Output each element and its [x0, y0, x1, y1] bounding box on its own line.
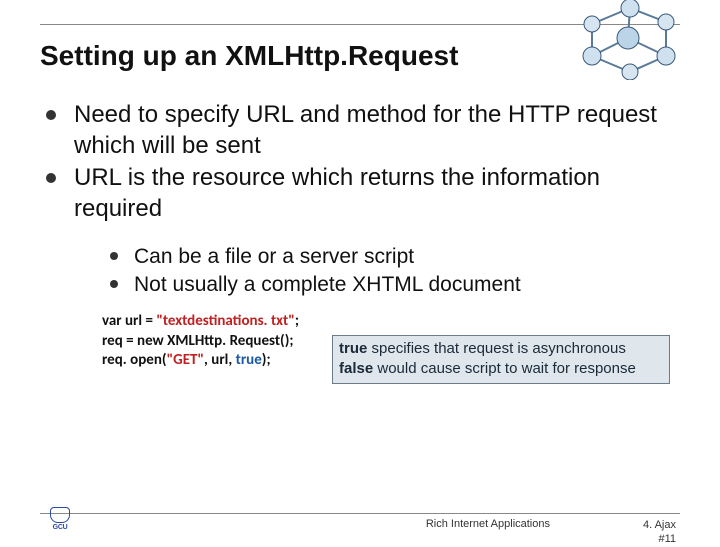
code-text: ); — [262, 351, 271, 369]
note-line: false would cause script to wait for res… — [339, 359, 663, 379]
slide-content: Need to specify URL and method for the H… — [46, 100, 680, 373]
bullet-item: Need to specify URL and method for the H… — [46, 100, 680, 161]
code-text: var url = — [102, 312, 156, 330]
network-diagram-icon — [570, 0, 690, 80]
bullet-list-level1: Need to specify URL and method for the H… — [46, 100, 680, 371]
bullet-item: Can be a file or a server script — [110, 243, 680, 271]
footer-slide-number: #11 — [643, 532, 676, 546]
code-text: , url, — [204, 351, 236, 369]
slide-footer: Rich Internet Applications 4. Ajax #11 — [40, 513, 680, 518]
code-keyword: true — [236, 351, 262, 369]
bullet-item: Not usually a complete XHTML document — [110, 271, 680, 299]
footer-chapter: 4. Ajax — [643, 518, 676, 532]
code-text: req. open( — [102, 351, 167, 369]
code-string: "textdestinations. txt" — [156, 312, 295, 330]
gcu-logo: GCU — [40, 504, 80, 534]
bullet-list-level2: Can be a file or a server script Not usu… — [110, 243, 680, 298]
code-line: var url = "textdestinations. txt"; — [102, 312, 680, 332]
code-text: ; — [295, 312, 299, 330]
note-keyword: true — [339, 340, 367, 357]
bullet-text: URL is the resource which returns the in… — [74, 164, 600, 222]
note-line: true specifies that request is asynchron… — [339, 339, 663, 359]
footer-meta: 4. Ajax #11 — [643, 518, 676, 547]
callout-note: true specifies that request is asynchron… — [332, 335, 670, 384]
note-text: would cause script to wait for response — [373, 360, 636, 377]
note-keyword: false — [339, 360, 373, 377]
footer-course-name: Rich Internet Applications — [426, 518, 550, 530]
logo-text: GCU — [53, 524, 68, 531]
note-text: specifies that request is asynchronous — [367, 340, 625, 357]
shield-icon — [50, 507, 70, 523]
code-string: "GET" — [167, 351, 204, 369]
slide-title: Setting up an XMLHttp.Request — [40, 40, 458, 72]
